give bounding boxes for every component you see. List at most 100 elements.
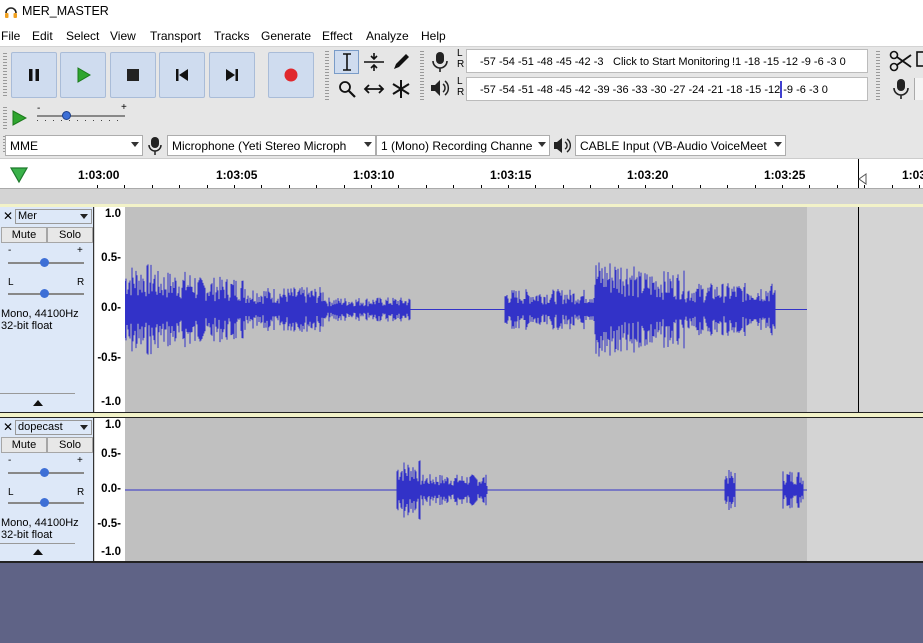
close-icon[interactable]: ✕ [3,209,13,223]
vertical-ruler[interactable]: 1.0 0.5- 0.0- -0.5- -1.0 [95,418,125,562]
skip-start-button[interactable] [159,52,205,98]
gain-slider-thumb[interactable] [40,258,49,267]
pan-left-label: L [8,487,14,498]
menu-edit[interactable]: Edit [32,29,53,43]
pan-slider-thumb[interactable] [40,289,49,298]
scale-label: -0.5- [97,518,121,530]
recording-meter[interactable]: -57 -54 -51 -48 -45 -42 -3 Click to Star… [466,49,868,73]
track-format-rate: Mono, 44100Hz [1,308,79,320]
speaker-icon[interactable] [429,78,451,98]
stop-button[interactable] [110,52,156,98]
scissors-icon[interactable] [889,50,913,72]
window-title: MER_MASTER [22,4,109,18]
empty-track-region[interactable] [807,418,923,562]
skip-end-button[interactable] [209,52,255,98]
recording-device-select[interactable]: Microphone (Yeti Stereo Microph [167,135,376,156]
menu-transport[interactable]: Transport [150,29,201,43]
timeline-label: 1:03:00 [78,168,120,182]
monitor-prompt[interactable]: Click to Start Monitoring [611,56,732,68]
pin-head-icon[interactable] [9,166,29,184]
collapse-track-button[interactable] [0,543,75,560]
mute-button[interactable]: Mute [1,437,47,453]
mixer-slider-track[interactable] [914,78,923,100]
draw-tool-button[interactable] [388,50,413,74]
menu-analyze[interactable]: Analyze [366,29,409,43]
play-speed-slider[interactable]: - + [34,102,130,125]
close-icon[interactable]: ✕ [3,420,13,434]
gain-slider-thumb[interactable] [40,468,49,477]
mute-button[interactable]: Mute [1,227,47,243]
waveform-area[interactable] [124,207,807,412]
timeline-label: 1:03:10 [353,168,395,182]
toolbar-grip[interactable] [3,53,7,97]
record-button[interactable] [268,52,314,98]
playback-level-marker [780,81,782,98]
menu-tracks[interactable]: Tracks [214,29,250,43]
playback-meter[interactable]: -57 -54 -51 -48 -45 -42 -39 -36 -33 -30 … [466,77,868,101]
menu-select[interactable]: Select [66,29,99,43]
record-icon [284,68,298,82]
menu-generate[interactable]: Generate [261,29,311,43]
pause-icon [29,69,39,81]
track-format-bits: 32-bit float [1,529,53,541]
stop-icon [127,69,139,81]
scale-label: 0.0- [101,483,121,495]
gain-plus-label: + [77,245,83,256]
collapse-track-button[interactable] [0,393,75,411]
toolbar-area: L R -57 -54 -51 -48 -45 -42 -3 Click to … [0,46,923,133]
microphone-icon[interactable] [430,51,450,73]
solo-button[interactable]: Solo [47,227,93,243]
play-button[interactable] [60,52,106,98]
playback-device-select[interactable]: CABLE Input (VB-Audio VoiceMeet [575,135,786,156]
multi-tool-button[interactable] [388,77,413,101]
toolbar-grip[interactable] [325,51,329,101]
chevron-down-icon [538,142,546,147]
selection-tool-button[interactable] [334,50,359,74]
waveform-area[interactable] [125,418,807,562]
menu-help[interactable]: Help [421,29,446,43]
audio-host-select[interactable]: MME [5,135,143,156]
track-name-menu[interactable]: Mer [15,209,92,224]
zoom-tool-button[interactable] [334,77,359,101]
timeline-label: 1:03 [902,168,923,182]
headphones-icon [5,7,17,18]
pencil-icon [393,54,409,69]
meter-channel-l: L [457,76,463,87]
recording-channels-select[interactable]: 1 (Mono) Recording Channe [376,135,550,156]
playback-device-value: CABLE Input (VB-Audio VoiceMeet [580,139,767,153]
menu-file[interactable]: File [1,29,20,43]
toolbar-grip[interactable] [420,51,424,101]
gain-minus-label: - [8,245,12,256]
pan-slider-thumb[interactable] [40,498,49,507]
envelope-tool-button[interactable] [361,50,386,74]
play-speed-thumb[interactable] [62,111,71,120]
play-region-end-icon [858,173,867,185]
vertical-ruler[interactable]: 1.0 0.5- 0.0- -0.5- -1.0 [95,207,125,412]
i-beam-icon [342,53,351,71]
copy-icon[interactable] [916,50,923,72]
waveform [124,262,807,357]
menu-effect[interactable]: Effect [322,29,352,43]
microphone-icon[interactable] [891,78,911,100]
skip-end-icon [226,69,238,81]
scale-label: -0.5- [97,352,121,364]
track-control-panel[interactable]: ✕ Mer Mute Solo - + L R Mono, 44100Hz 32… [0,207,94,412]
play-icon [77,67,91,83]
solo-button[interactable]: Solo [47,437,93,453]
toolbar-grip[interactable] [876,51,880,101]
pause-button[interactable] [11,52,57,98]
pan-right-label: R [77,487,85,498]
scale-label: -1.0 [101,396,121,408]
toolbar-grip[interactable] [3,107,7,129]
scale-label: 0.5- [101,252,121,264]
pan-left-label: L [8,277,14,288]
timeline-ruler[interactable]: 1:03:00 1:03:05 1:03:10 1:03:15 1:03:20 … [0,158,923,189]
menu-view[interactable]: View [110,29,136,43]
track-name-menu[interactable]: dopecast [15,420,92,435]
time-shift-tool-button[interactable] [361,77,386,101]
track-control-panel[interactable]: ✕ dopecast Mute Solo - + L R Mono, 44100… [0,418,94,562]
tracks-bottom-border [0,561,923,563]
play-at-speed-icon[interactable] [11,110,27,126]
timeline-label: 1:03:20 [627,168,669,182]
empty-track-region[interactable] [807,207,923,412]
